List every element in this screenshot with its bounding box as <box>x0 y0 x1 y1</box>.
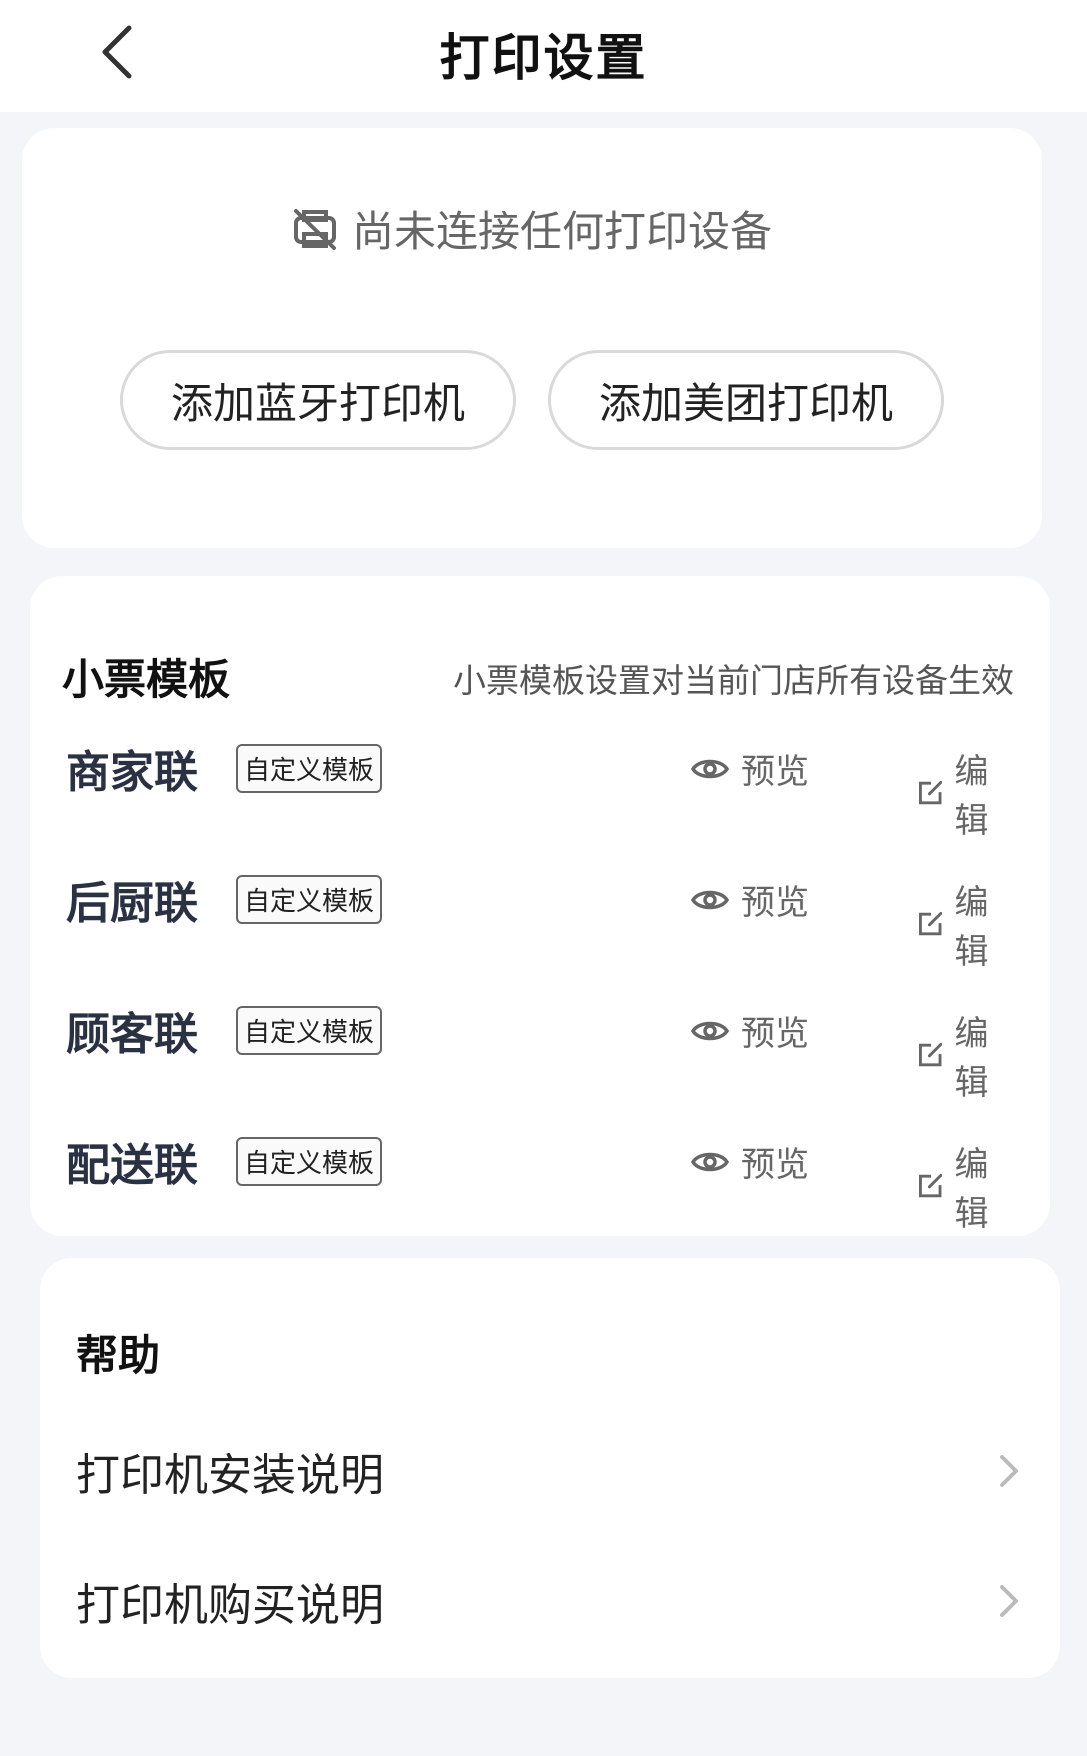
printer-connection-card: 尚未连接任何打印设备 添加蓝牙打印机 添加美团打印机 <box>22 128 1042 548</box>
edit-label: 编辑 <box>954 883 989 972</box>
preview-button[interactable]: 预览 <box>691 1006 809 1055</box>
printer-status-text: 尚未连接任何打印设备 <box>351 207 772 256</box>
preview-button[interactable]: 预览 <box>691 875 809 924</box>
template-row: 配送联 自定义模板 预览 编辑 <box>66 1121 1010 1234</box>
page-title: 打印设置 <box>439 29 648 87</box>
chevron-right-icon <box>1000 1585 1018 1617</box>
eye-icon <box>691 759 729 778</box>
help-item-install-guide[interactable]: 打印机安装说明 <box>76 1426 1020 1516</box>
preview-label: 预览 <box>741 1014 809 1054</box>
preview-label: 预览 <box>741 883 809 923</box>
printer-disconnected-icon <box>293 208 336 250</box>
template-row: 后厨联 自定义模板 预览 编辑 <box>66 859 1010 972</box>
template-name: 配送联 <box>66 1140 198 1191</box>
templates-section-title: 小票模板 <box>62 655 231 704</box>
template-name: 后厨联 <box>66 878 198 929</box>
templates-section-note: 小票模板设置对当前门店所有设备生效 <box>453 661 1014 700</box>
template-name: 商家联 <box>66 747 198 798</box>
edit-button[interactable]: 编辑 <box>918 744 1010 842</box>
receipt-templates-card: 小票模板 小票模板设置对当前门店所有设备生效 商家联 自定义模板 预览 编辑 后… <box>30 576 1050 1236</box>
edit-button[interactable]: 编辑 <box>918 1006 1010 1104</box>
eye-icon <box>691 1152 729 1171</box>
custom-template-tag: 自定义模板 <box>236 1005 383 1055</box>
eye-icon <box>691 890 729 909</box>
help-item-purchase-guide[interactable]: 打印机购买说明 <box>76 1556 1020 1646</box>
edit-icon <box>919 1042 943 1067</box>
template-row: 顾客联 自定义模板 预览 编辑 <box>66 990 1010 1103</box>
preview-button[interactable]: 预览 <box>691 744 809 793</box>
edit-label: 编辑 <box>954 1145 989 1234</box>
edit-label: 编辑 <box>954 1014 989 1103</box>
add-bluetooth-printer-button[interactable]: 添加蓝牙打印机 <box>120 350 516 450</box>
template-row: 商家联 自定义模板 预览 编辑 <box>66 728 1010 841</box>
custom-template-tag: 自定义模板 <box>236 743 383 793</box>
preview-label: 预览 <box>741 752 809 792</box>
add-meituan-printer-button[interactable]: 添加美团打印机 <box>548 350 944 450</box>
preview-label: 预览 <box>741 1145 809 1185</box>
help-card: 帮助 打印机安装说明 打印机购买说明 <box>40 1258 1060 1678</box>
printer-status: 尚未连接任何打印设备 <box>22 198 1042 259</box>
eye-icon <box>691 1021 729 1040</box>
edit-icon <box>919 780 943 805</box>
edit-icon <box>919 911 943 936</box>
help-section-title: 帮助 <box>76 1331 161 1380</box>
custom-template-tag: 自定义模板 <box>236 874 383 924</box>
edit-icon <box>919 1173 943 1198</box>
edit-button[interactable]: 编辑 <box>918 1137 1010 1235</box>
top-bar: 打印设置 <box>0 0 1087 112</box>
help-item-label: 打印机购买说明 <box>76 1580 384 1631</box>
preview-button[interactable]: 预览 <box>691 1137 809 1186</box>
custom-template-tag: 自定义模板 <box>236 1136 383 1186</box>
chevron-right-icon <box>1000 1455 1018 1487</box>
help-item-label: 打印机安装说明 <box>76 1450 384 1501</box>
edit-button[interactable]: 编辑 <box>918 875 1010 973</box>
template-name: 顾客联 <box>66 1009 198 1060</box>
edit-label: 编辑 <box>954 752 989 841</box>
